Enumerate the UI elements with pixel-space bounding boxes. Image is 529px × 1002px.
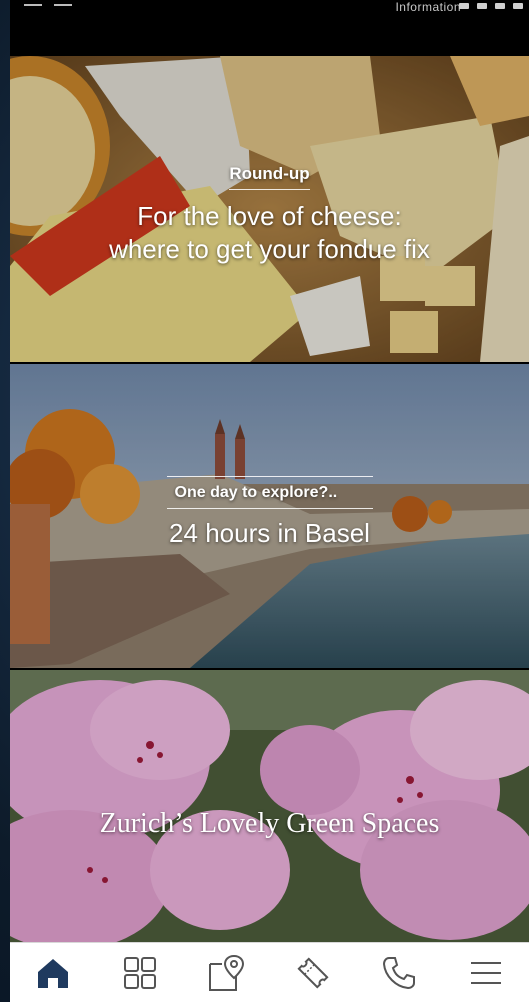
home-icon [38,959,69,988]
grid-icon [123,957,156,989]
status-glyph-icon [24,0,42,6]
nav-home-button[interactable] [25,947,81,999]
article-card-basel[interactable]: One day to explore?.. 24 hours in Basel [10,364,529,668]
basel-headline: 24 hours in Basel [169,518,370,548]
flowers-image [10,670,529,942]
information-link[interactable]: Information [395,2,461,12]
article-card-cheese[interactable]: Round-up For the love of cheese: where t… [10,56,529,362]
nav-tickets-button[interactable] [285,947,341,999]
cheese-headline-line1: For the love of cheese: [137,201,402,231]
battery-icon [495,3,505,9]
header-left-icons [24,0,72,6]
cheese-headline-line2: where to get your fondue fix [109,234,430,264]
cheese-kicker: Round-up [229,164,310,190]
clock-icon [513,3,523,9]
zurich-text-block: Zurich’s Lovely Green Spaces [10,808,529,840]
phone-icon [383,957,416,990]
status-bar-icons [459,0,523,12]
device-frame: Information Round-up For the love of che… [0,0,529,1002]
signal-icon [459,3,469,9]
article-card-zurich[interactable]: Zurich’s Lovely Green Spaces [10,670,529,942]
menu-icon [470,962,501,984]
cheese-text-block: Round-up For the love of cheese: where t… [10,164,529,266]
basel-text-block: One day to explore?.. 24 hours in Basel [10,476,529,550]
wifi-icon [477,3,487,9]
status-glyph-icon [54,0,72,6]
bottom-navigation [10,942,529,1002]
map-pin-icon [209,954,245,991]
app-header: Information [10,0,529,56]
nav-phone-button[interactable] [371,947,427,999]
phone-screen: Information Round-up For the love of che… [10,0,529,1002]
nav-grid-button[interactable] [112,947,168,999]
zurich-headline: Zurich’s Lovely Green Spaces [99,808,440,839]
basel-kicker: One day to explore?.. [166,476,373,509]
nav-map-button[interactable] [198,947,254,999]
nav-menu-button[interactable] [458,947,514,999]
cheese-headline: For the love of cheese: where to get you… [10,200,529,266]
ticket-icon [297,957,329,989]
